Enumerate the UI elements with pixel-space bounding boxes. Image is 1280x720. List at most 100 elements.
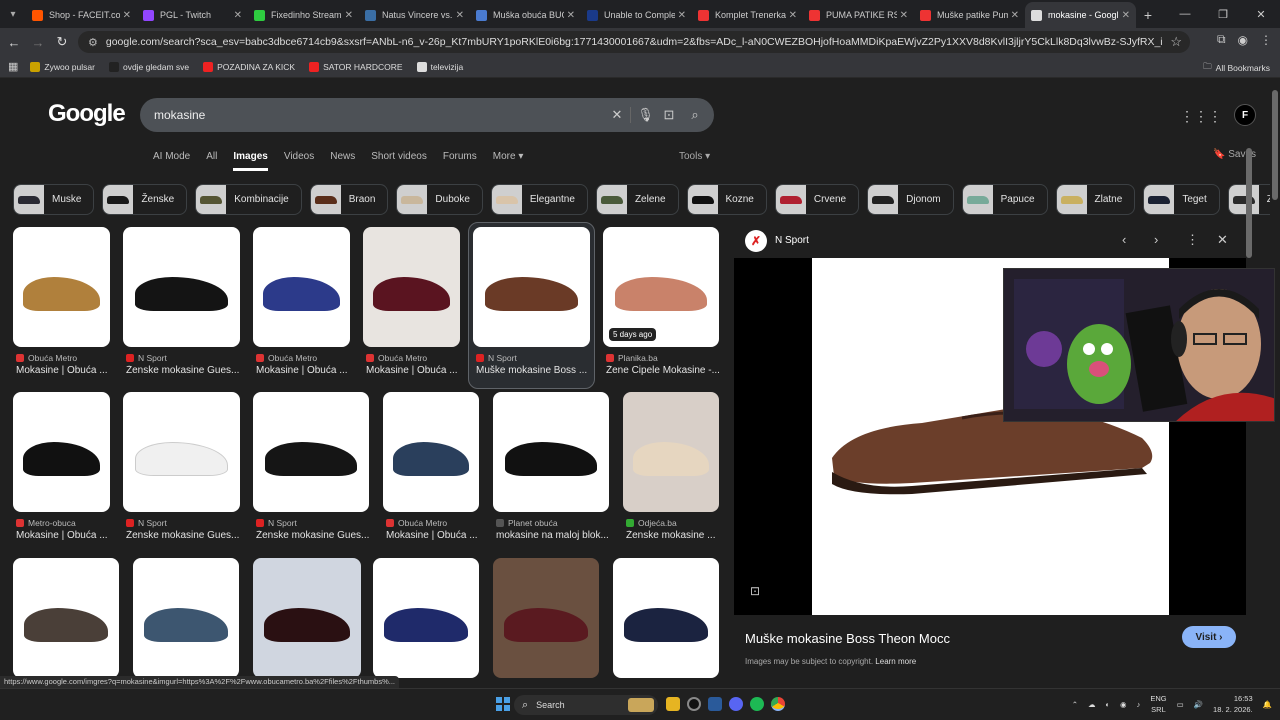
app-icon-1[interactable]: [687, 697, 701, 711]
browser-menu-icon[interactable]: ⋮: [1260, 33, 1272, 47]
result-thumbnail[interactable]: [253, 558, 361, 678]
image-result[interactable]: Odjeća.ba Ženske mokasine ...: [623, 392, 719, 552]
tray-app-icon-2[interactable]: ◐: [1106, 700, 1111, 709]
image-result[interactable]: N Sport Ženske mokasine Gues...: [123, 227, 240, 387]
panel-scrollbar[interactable]: [1246, 148, 1252, 258]
image-result[interactable]: Planet obuća mokasine na maloj blok...: [493, 392, 609, 552]
browser-tab[interactable]: Fixedinho Stream ✕: [248, 2, 359, 28]
bookmark-item[interactable]: POZADINA ZA KICK: [203, 61, 295, 72]
result-thumbnail[interactable]: [383, 392, 479, 512]
result-thumbnail[interactable]: [493, 558, 599, 678]
result-thumbnail[interactable]: [123, 227, 240, 347]
forward-icon[interactable]: →: [26, 30, 50, 54]
result-thumbnail[interactable]: [13, 558, 119, 678]
image-result[interactable]: [373, 558, 479, 688]
result-title[interactable]: Ženske mokasine Gues...: [256, 530, 382, 541]
chrome-icon[interactable]: [771, 697, 785, 711]
previous-icon[interactable]: ‹: [1122, 232, 1126, 247]
back-icon[interactable]: ←: [2, 30, 26, 54]
file-explorer-icon[interactable]: [666, 697, 680, 711]
tab-close-icon[interactable]: ✕: [567, 10, 575, 21]
image-result[interactable]: N Sport Muške mokasine Boss ...: [468, 222, 595, 389]
result-source[interactable]: Obuća Metro: [256, 353, 317, 363]
tab-close-icon[interactable]: ✕: [123, 10, 131, 21]
result-thumbnail[interactable]: [13, 392, 110, 512]
browser-tab[interactable]: Unable to Comple ✕: [581, 2, 692, 28]
google-apps-icon[interactable]: ⋮⋮⋮: [1180, 108, 1222, 125]
result-thumbnail[interactable]: [613, 558, 719, 678]
result-title[interactable]: Mokasine | Obuća ...: [256, 365, 363, 376]
bookmark-star-icon[interactable]: ☆: [1170, 34, 1182, 50]
steam-icon[interactable]: [708, 697, 722, 711]
result-thumbnail[interactable]: 5 days ago: [603, 227, 719, 347]
browser-tab[interactable]: Shop - FACEIT.com✕: [26, 2, 137, 28]
result-title[interactable]: Mokasine | Obuća ...: [386, 530, 492, 541]
result-title[interactable]: Žene Cipele Mokasine -...: [606, 365, 732, 376]
refinement-chip[interactable]: Crvene: [774, 184, 860, 215]
browser-tab[interactable]: Muška obuća BUC ✕: [470, 2, 581, 28]
result-title[interactable]: Mokasine | Obuća ...: [366, 365, 473, 376]
image-result[interactable]: [133, 558, 239, 688]
reload-icon[interactable]: ↻: [50, 30, 74, 54]
start-icon[interactable]: [496, 697, 510, 711]
language-indicator[interactable]: ENG SRL: [1150, 693, 1166, 715]
clock[interactable]: 16:53 18. 2. 2026.: [1213, 693, 1253, 715]
bookmark-item[interactable]: televizija: [416, 61, 463, 72]
refinement-chip[interactable]: Papuce: [961, 184, 1048, 215]
maximize-icon[interactable]: ❐: [1204, 0, 1242, 28]
page-scrollbar-thumb[interactable]: [1272, 90, 1278, 200]
result-thumbnail[interactable]: [123, 392, 240, 512]
result-title[interactable]: Ženske mokasine Gues...: [126, 530, 253, 541]
apps-grid-icon[interactable]: ▦: [8, 60, 18, 73]
result-thumbnail[interactable]: [253, 392, 369, 512]
result-source[interactable]: N Sport: [126, 518, 167, 528]
all-bookmarks[interactable]: 🗀 All Bookmarks: [1203, 61, 1270, 75]
tab-close-icon[interactable]: ✕: [789, 10, 797, 21]
result-title[interactable]: Mokasine | Obuća ...: [16, 530, 123, 541]
new-tab-icon[interactable]: +: [1136, 2, 1160, 28]
tab-search-icon[interactable]: ▾: [0, 0, 26, 28]
more-options-icon[interactable]: ⋮: [1186, 232, 1199, 248]
image-result[interactable]: 5 days ago Planika.ba Žene Cipele Mokasine…: [603, 227, 720, 387]
network-icon[interactable]: ▭: [1177, 700, 1184, 709]
image-result[interactable]: Metro-obuca Mokasine | Obuća ...: [13, 392, 110, 552]
close-panel-icon[interactable]: ✕: [1217, 232, 1228, 248]
tab-close-icon[interactable]: ✕: [345, 10, 353, 21]
site-logo[interactable]: ✗: [745, 230, 767, 252]
image-result[interactable]: Obuća Metro Mokasine | Obuća ...: [13, 227, 110, 387]
image-result[interactable]: Obuća Metro Mokasine | Obuća ...: [383, 392, 479, 552]
result-thumbnail[interactable]: [13, 227, 110, 347]
result-thumbnail[interactable]: [253, 227, 350, 347]
browser-tab[interactable]: PGL - Twitch ✕: [137, 2, 248, 28]
learn-more-link[interactable]: Learn more: [875, 657, 916, 666]
tab-close-icon[interactable]: ✕: [900, 10, 908, 21]
result-source[interactable]: N Sport: [126, 353, 167, 363]
tray-app-icon-3[interactable]: ◉: [1120, 700, 1127, 709]
account-avatar[interactable]: F: [1234, 104, 1256, 126]
result-thumbnail[interactable]: [373, 558, 479, 678]
panel-site-name[interactable]: N Sport: [775, 235, 809, 246]
spotify-icon[interactable]: [750, 697, 764, 711]
result-source[interactable]: Planika.ba: [606, 353, 658, 363]
result-title[interactable]: Ženske mokasine ...: [626, 530, 732, 541]
tab-close-icon[interactable]: ✕: [456, 10, 464, 21]
tab-close-icon[interactable]: ✕: [1011, 10, 1019, 21]
visit-button[interactable]: Visit ›: [1182, 626, 1236, 648]
browser-tab[interactable]: PUMA PATIKE RS ✕: [803, 2, 914, 28]
result-source[interactable]: Metro-obuca: [16, 518, 76, 528]
result-source[interactable]: Obuća Metro: [386, 518, 447, 528]
refinement-chip[interactable]: Zlatne: [1055, 184, 1136, 215]
tab-close-icon[interactable]: ✕: [678, 10, 686, 21]
result-source[interactable]: N Sport: [256, 518, 297, 528]
extensions-icon[interactable]: ⧉: [1217, 32, 1226, 47]
result-title[interactable]: Muške mokasine Boss ...: [476, 365, 603, 376]
bookmark-item[interactable]: SATOR HARDCORE: [309, 61, 403, 72]
tab-close-icon[interactable]: ✕: [234, 10, 242, 21]
bookmark-item[interactable]: Zywoo pulsar: [30, 61, 95, 72]
result-thumbnail[interactable]: [363, 227, 460, 347]
minimize-icon[interactable]: —: [1166, 0, 1204, 28]
image-result[interactable]: [613, 558, 719, 688]
tab-close-icon[interactable]: ✕: [1122, 10, 1130, 21]
result-title[interactable]: Mokasine | Obuća ...: [16, 365, 123, 376]
browser-tab[interactable]: mokasine - Googl ✕: [1025, 2, 1136, 28]
